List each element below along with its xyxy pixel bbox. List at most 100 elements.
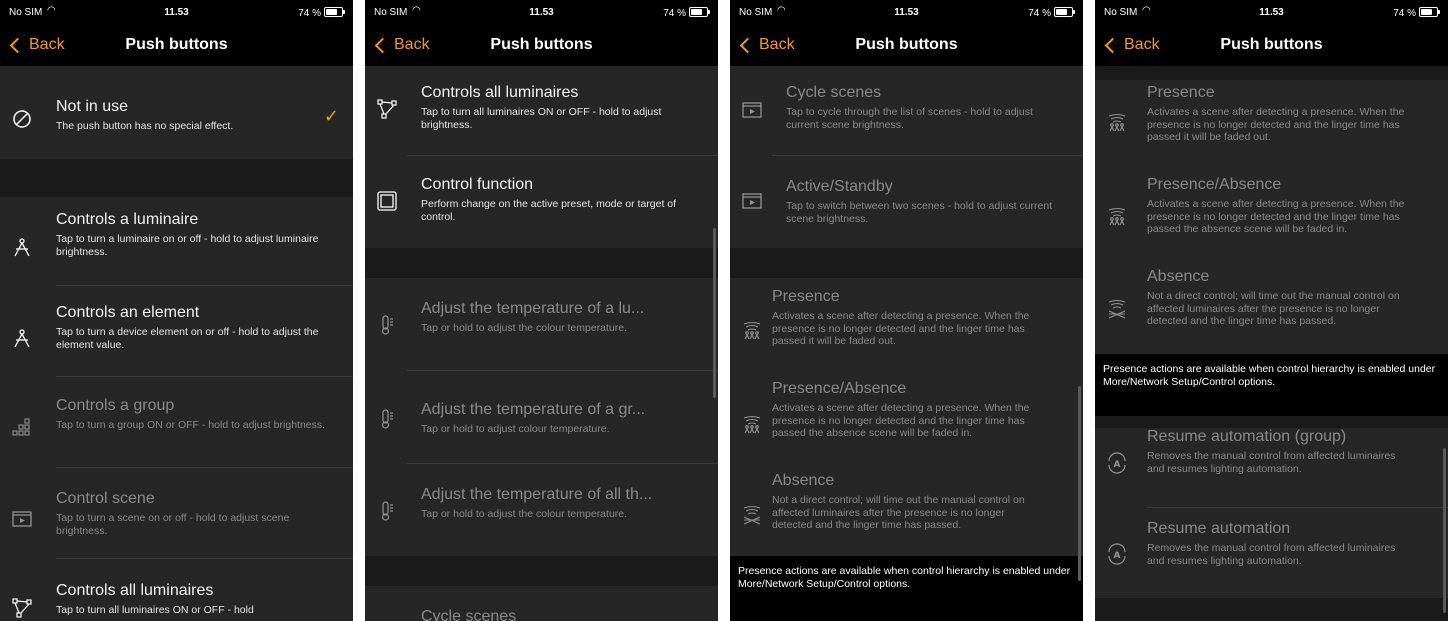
option-description: Tap to switch between two scenes - hold … [786, 200, 1053, 225]
option-description: Perform change on the active preset, mod… [421, 198, 677, 223]
option-description: Not a direct control; will time out the … [1147, 290, 1400, 327]
option-title: Controls a luminaire [56, 211, 199, 228]
scene-icon [741, 99, 763, 121]
section-gap [365, 556, 718, 586]
scrollbar[interactable] [1078, 386, 1081, 581]
option-title: Adjust the temperature of a gr... [421, 401, 646, 418]
nav-bar: Back Push buttons [365, 24, 718, 66]
not-in-use-icon [11, 108, 33, 130]
option-description: Activates a scene after detecting a pres… [772, 402, 1030, 439]
options-list: Not in use The push button has no specia… [0, 66, 353, 621]
option-presence: Presence Activates a scene after detecti… [730, 278, 1083, 372]
option-description: Tap to turn all luminaires ON or OFF - h… [56, 604, 254, 616]
option-title: Cycle scenes [786, 84, 882, 101]
status-bar: No SIM ◠ 11.53 74 % [365, 0, 718, 24]
option-controls-group: Controls a group Tap to turn a group ON … [0, 377, 353, 468]
screen-4: No SIM ◠ 11.53 74 % Back Push buttons Pr… [1095, 0, 1448, 621]
option-adjust-temperature-group: Adjust the temperature of a gr... Tap or… [365, 371, 718, 464]
absence-icon [1106, 298, 1128, 320]
option-control-function[interactable]: Control function Perform change on the a… [365, 156, 718, 248]
page-title: Push buttons [855, 36, 958, 53]
scene-icon [11, 508, 33, 530]
element-icon [11, 328, 33, 350]
option-not-in-use[interactable]: Not in use The push button has no specia… [0, 70, 353, 159]
presence-info-note: Presence actions are available when cont… [730, 556, 1083, 621]
battery: 74 % [663, 7, 710, 19]
option-description: The push button has no special effect. [56, 120, 234, 132]
option-controls-all-luminaires[interactable]: Controls all luminaires Tap to turn all … [0, 559, 353, 621]
options-list: Controls all luminaires Tap to turn all … [365, 66, 718, 621]
option-controls-element[interactable]: Controls an element Tap to turn a device… [0, 286, 353, 377]
option-adjust-temperature-all: Adjust the temperature of all th... Tap … [365, 464, 718, 556]
status-bar: No SIM ◠ 11.53 74 % [0, 0, 353, 24]
option-title: Adjust the temperature of a lu... [421, 300, 645, 317]
option-active-standby: Active/Standby Tap to switch between two… [730, 156, 1083, 248]
battery-percent: 74 % [663, 8, 686, 19]
battery: 74 % [1028, 7, 1075, 19]
option-title: Control scene [56, 490, 155, 507]
option-title: Presence [772, 288, 840, 305]
section-gap [365, 248, 718, 278]
options-list: Cycle scenes Tap to cycle through the li… [730, 66, 1083, 621]
option-title: Controls all luminaires [421, 84, 579, 101]
section-gap [730, 248, 1083, 278]
group-icon [11, 417, 33, 439]
section-gap [0, 159, 353, 197]
option-absence: Absence Not a direct control; will time … [1095, 264, 1448, 354]
option-description: Tap to turn a scene on or off - hold to … [56, 512, 290, 537]
option-description: Activates a scene after detecting a pres… [772, 310, 1030, 347]
option-title: Controls a group [56, 397, 175, 414]
option-controls-luminaire[interactable]: Controls a luminaire Tap to turn a lumin… [0, 197, 353, 286]
option-description: Tap to turn a device element on or off -… [56, 326, 319, 351]
screen-1: No SIM ◠ 11.53 74 % Back Push buttons No… [0, 0, 353, 621]
screen-3: No SIM ◠ 11.53 74 % Back Push buttons Cy… [730, 0, 1083, 621]
battery-percent: 74 % [298, 8, 321, 19]
battery-icon [689, 7, 710, 17]
battery-percent: 74 % [1028, 8, 1051, 19]
option-title: Absence [772, 472, 835, 489]
option-title: Presence [1147, 84, 1215, 101]
option-controls-all-luminaires[interactable]: Controls all luminaires Tap to turn all … [365, 66, 718, 156]
option-adjust-temperature-luminaire: Adjust the temperature of a lu... Tap or… [365, 278, 718, 371]
option-title: Adjust the temperature of all th... [421, 486, 653, 503]
section-gap [1095, 598, 1448, 621]
presence-absence-icon [1106, 206, 1128, 228]
option-resume-automation-group: A Resume automation (group) Removes the … [1095, 428, 1448, 508]
all-luminaires-icon [11, 597, 33, 619]
section-gap [1095, 66, 1448, 80]
option-description: Tap to turn a group ON or OFF - hold to … [56, 419, 326, 431]
battery: 74 % [1393, 7, 1440, 19]
nav-bar: Back Push buttons [730, 24, 1083, 66]
screen-2: No SIM ◠ 11.53 74 % Back Push buttons Co… [365, 0, 718, 621]
battery-icon [324, 7, 345, 17]
option-description: Tap to turn all luminaires ON or OFF - h… [421, 106, 662, 131]
nav-bar: Back Push buttons [0, 24, 353, 66]
option-absence: Absence Not a direct control; will time … [730, 466, 1083, 556]
presence-info-note: Presence actions are available when cont… [1095, 354, 1448, 416]
svg-text:A: A [1114, 551, 1121, 561]
option-cycle-scenes: Cycle scenes [365, 586, 718, 621]
option-control-scene: Control scene Tap to turn a scene on or … [0, 468, 353, 559]
option-description: Tap or hold to adjust the colour tempera… [421, 508, 628, 520]
battery-icon [1054, 7, 1075, 17]
option-title: Controls an element [56, 304, 200, 321]
option-title: Control function [421, 176, 534, 193]
status-bar: No SIM ◠ 11.53 74 % [730, 0, 1083, 24]
control-function-icon [376, 190, 398, 212]
battery-icon [1419, 7, 1440, 17]
scene-icon [741, 190, 763, 212]
option-title: Active/Standby [786, 178, 893, 195]
options-list: Presence Activates a scene after detecti… [1095, 66, 1448, 621]
scrollbar[interactable] [713, 228, 716, 398]
section-gap [1095, 416, 1448, 428]
option-title: Cycle scenes [421, 608, 517, 621]
option-title: Resume automation [1147, 520, 1291, 537]
battery: 74 % [298, 7, 345, 19]
nav-bar: Back Push buttons [1095, 24, 1448, 66]
scrollbar[interactable] [1443, 448, 1446, 613]
resume-automation-icon: A [1106, 452, 1128, 474]
option-title: Controls all luminaires [56, 582, 214, 599]
presence-absence-icon [741, 414, 763, 436]
page-title: Push buttons [490, 36, 593, 53]
option-presence-absence: Presence/Absence Activates a scene after… [1095, 172, 1448, 264]
